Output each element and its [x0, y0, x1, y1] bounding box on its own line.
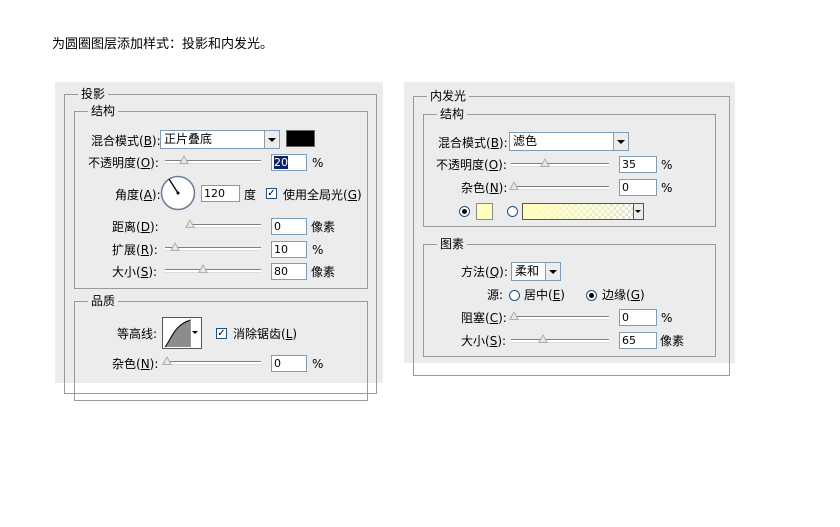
opacity-slider-thumb[interactable]	[179, 155, 190, 164]
blend-mode-label: 混合模式(B):	[91, 134, 161, 148]
choke-slider-thumb[interactable]	[508, 311, 519, 320]
choke-slider[interactable]	[508, 311, 609, 323]
instruction-text: 为圆圈图层添加样式：投影和内发光。	[52, 37, 274, 52]
contour-picker[interactable]	[162, 317, 202, 349]
angle-dial[interactable]	[160, 175, 196, 211]
glow-elements-title: 图素	[437, 237, 468, 251]
opacity-label: 不透明度(O):	[88, 156, 159, 170]
distance-unit: 像素	[311, 220, 336, 234]
method-label: 方法(Q):	[461, 265, 508, 279]
glow-noise-input[interactable]: 0	[619, 179, 657, 196]
quality-noise-unit: %	[312, 357, 324, 371]
source-label: 源:	[487, 288, 504, 302]
quality-noise-slider[interactable]	[161, 356, 261, 368]
quality-noise-input[interactable]: 0	[271, 355, 307, 372]
global-light-checkbox[interactable]: ✓	[266, 188, 277, 199]
chevron-down-icon[interactable]	[190, 319, 200, 347]
size-slider[interactable]	[165, 264, 261, 276]
contour-label: 等高线:	[117, 327, 158, 341]
spread-slider[interactable]	[165, 242, 261, 254]
chevron-down-icon[interactable]	[613, 133, 628, 150]
glow-noise-slider[interactable]	[508, 181, 609, 193]
antialias-checkbox[interactable]: ✓	[216, 328, 227, 339]
size-label: 大小(S):	[112, 265, 158, 279]
angle-label: 角度(A):	[115, 188, 161, 202]
glow-size-unit: 像素	[660, 334, 685, 348]
glow-noise-unit: %	[661, 181, 673, 195]
glow-noise-label: 杂色(N):	[461, 181, 508, 195]
glow-structure-title: 结构	[437, 107, 468, 121]
source-edge-radio[interactable]	[586, 290, 597, 301]
size-unit: 像素	[311, 265, 336, 279]
opacity-input[interactable]: 20	[271, 154, 307, 171]
inner-glow-panel: 内发光 结构 混合模式(B): 滤色 不透明度(O): 35 % 杂色(N): …	[404, 82, 735, 376]
glow-opacity-input[interactable]: 35	[619, 156, 657, 173]
glow-opacity-slider[interactable]	[511, 158, 609, 170]
source-center-radio[interactable]	[509, 290, 520, 301]
quality-noise-slider-thumb[interactable]	[161, 356, 172, 365]
distance-slider-thumb[interactable]	[185, 219, 196, 228]
chevron-down-icon[interactable]	[633, 204, 643, 219]
opacity-unit: %	[312, 156, 324, 170]
distance-input[interactable]: 0	[271, 218, 307, 235]
source-edge-label[interactable]: 边缘(G)	[602, 288, 645, 302]
blend-mode-value: 正片叠底	[164, 132, 213, 146]
spread-slider-thumb[interactable]	[169, 242, 180, 251]
glow-color-swatch[interactable]	[476, 203, 493, 220]
angle-input[interactable]: 120	[201, 185, 240, 202]
quality-group	[74, 301, 368, 401]
glow-blend-mode-label: 混合模式(B):	[438, 136, 508, 150]
shadow-color-swatch[interactable]	[286, 130, 315, 147]
drop-shadow-panel: 投影 结构 混合模式(B): 正片叠底 不透明度(O): 20 % 角度(A):…	[55, 82, 383, 401]
source-center-label[interactable]: 居中(E)	[524, 288, 565, 302]
choke-label: 阻塞(C):	[461, 311, 507, 325]
drop-shadow-title: 投影	[78, 87, 109, 101]
method-select[interactable]: 柔和	[511, 262, 561, 281]
glow-blend-mode-select[interactable]: 滤色	[509, 132, 629, 151]
distance-slider[interactable]	[185, 219, 261, 231]
chevron-down-icon[interactable]	[545, 263, 560, 280]
glow-size-input[interactable]: 65	[619, 332, 657, 349]
inner-glow-title: 内发光	[427, 89, 470, 103]
structure-title: 结构	[88, 104, 119, 118]
glow-gradient-picker[interactable]	[522, 203, 644, 220]
glow-gradient-radio[interactable]	[507, 206, 518, 217]
spread-unit: %	[312, 243, 324, 257]
quality-noise-label: 杂色(N):	[112, 357, 159, 371]
opacity-slider[interactable]	[165, 155, 261, 167]
quality-title: 品质	[88, 294, 119, 308]
method-value: 柔和	[515, 264, 540, 278]
glow-size-label: 大小(S):	[461, 334, 507, 348]
angle-unit: 度	[244, 188, 257, 202]
choke-unit: %	[661, 311, 673, 325]
distance-label: 距离(D):	[112, 220, 159, 234]
spread-label: 扩展(R):	[112, 243, 158, 257]
spread-input[interactable]: 10	[271, 241, 307, 258]
antialias-label[interactable]: 消除锯齿(L)	[233, 327, 297, 341]
glow-noise-slider-thumb[interactable]	[508, 181, 519, 190]
glow-color-radio[interactable]	[459, 206, 470, 217]
glow-opacity-slider-thumb[interactable]	[540, 158, 551, 167]
glow-size-slider-thumb[interactable]	[538, 334, 549, 343]
blend-mode-select[interactable]: 正片叠底	[160, 130, 280, 149]
glow-size-slider[interactable]	[511, 334, 609, 346]
size-input[interactable]: 80	[271, 263, 307, 280]
chevron-down-icon[interactable]	[264, 131, 279, 148]
glow-opacity-label: 不透明度(O):	[436, 158, 507, 172]
glow-blend-mode-value: 滤色	[513, 134, 538, 148]
glow-opacity-unit: %	[661, 158, 673, 172]
choke-input[interactable]: 0	[619, 309, 657, 326]
global-light-label[interactable]: 使用全局光(G)	[283, 188, 362, 202]
size-slider-thumb[interactable]	[198, 264, 209, 273]
